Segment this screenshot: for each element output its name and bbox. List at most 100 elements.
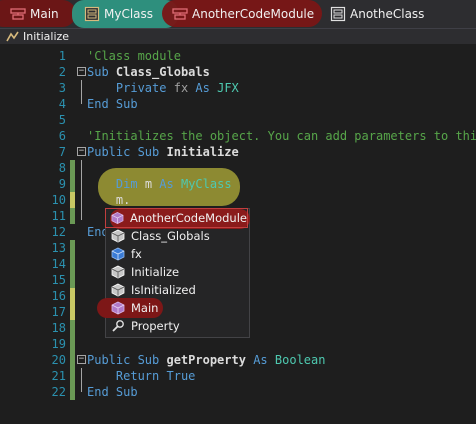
code-line[interactable]: 6 'Initializes the object. You can add p… bbox=[0, 128, 476, 144]
intellisense-item-label: IsInitialized bbox=[131, 283, 196, 297]
change-marker bbox=[70, 272, 75, 288]
change-marker bbox=[70, 288, 75, 304]
line-number: 21 bbox=[51, 369, 66, 383]
line-number: 1 bbox=[58, 49, 66, 63]
line-number: 10 bbox=[51, 193, 66, 207]
code-identifier: fx bbox=[173, 81, 189, 95]
line-number: 14 bbox=[51, 257, 66, 271]
code-line[interactable]: 2 − Sub Class_Globals bbox=[0, 64, 476, 80]
tab-label: MyClass bbox=[104, 7, 154, 21]
class-module-icon bbox=[84, 6, 100, 22]
code-line[interactable]: 10 m. bbox=[0, 192, 476, 208]
intellisense-item-label: Initialize bbox=[131, 265, 180, 279]
code-line[interactable]: 9 Dim m As MyClass bbox=[0, 176, 476, 192]
intellisense-item[interactable]: Class_Globals bbox=[106, 227, 247, 245]
collapse-icon[interactable]: − bbox=[77, 67, 86, 76]
line-number: 4 bbox=[58, 97, 66, 111]
change-marker bbox=[70, 368, 75, 384]
code-line[interactable]: 22 End Sub bbox=[0, 384, 476, 400]
change-marker bbox=[70, 256, 75, 272]
code-keyword: Private bbox=[115, 81, 167, 95]
code-line[interactable]: 1 'Class module bbox=[0, 48, 476, 64]
line-number: 3 bbox=[58, 81, 66, 95]
code-keyword: Sub bbox=[87, 65, 109, 79]
tab-myclass[interactable]: MyClass bbox=[80, 0, 174, 28]
change-marker bbox=[70, 336, 75, 352]
intellisense-item[interactable]: Main bbox=[106, 299, 247, 317]
collapse-icon[interactable]: − bbox=[77, 355, 86, 364]
code-line[interactable]: 8 bbox=[0, 160, 476, 176]
code-identifier: Class_Globals bbox=[115, 65, 210, 79]
method-icon bbox=[111, 265, 125, 279]
module-icon bbox=[172, 8, 188, 20]
line-number: 5 bbox=[58, 113, 66, 127]
line-number: 9 bbox=[58, 177, 66, 191]
intellisense-item[interactable]: AnotherCodeModule bbox=[105, 208, 248, 228]
code-type: Boolean bbox=[274, 353, 326, 367]
code-identifier: getProperty bbox=[166, 353, 246, 367]
tab-anotheclass[interactable]: AnotheClass bbox=[326, 0, 428, 28]
tab-label: AnotheClass bbox=[350, 7, 425, 21]
change-marker bbox=[70, 384, 75, 400]
breadcrumb-label: Initialize bbox=[23, 30, 70, 43]
code-comment: 'Class module bbox=[87, 49, 181, 63]
code-line[interactable]: 5 bbox=[0, 112, 476, 128]
code-type: MyClass bbox=[180, 177, 232, 191]
editor-tab-bar: Main MyClass AnotherCodeModule AnotheCla… bbox=[0, 0, 476, 28]
intellisense-list[interactable]: AnotherCodeModule Class_Globals fx Initi… bbox=[105, 208, 250, 337]
line-number: 20 bbox=[51, 353, 66, 367]
intellisense-item-label: AnotherCodeModule bbox=[129, 211, 247, 225]
change-marker bbox=[70, 176, 75, 192]
class-module-icon bbox=[330, 6, 346, 22]
code-keyword: End Sub bbox=[87, 385, 138, 399]
field-icon bbox=[111, 247, 125, 261]
line-number: 6 bbox=[58, 129, 66, 143]
code-identifier: m bbox=[144, 177, 153, 191]
line-number: 17 bbox=[51, 305, 66, 319]
tab-anothercodemodule[interactable]: AnotherCodeModule bbox=[168, 0, 318, 28]
intellisense-item[interactable]: fx bbox=[106, 245, 247, 263]
line-number: 16 bbox=[51, 289, 66, 303]
line-number: 7 bbox=[58, 145, 66, 159]
line-number: 2 bbox=[58, 65, 66, 79]
collapse-icon[interactable]: − bbox=[77, 147, 86, 156]
intellisense-item[interactable]: Initialize bbox=[106, 263, 247, 281]
code-line[interactable]: 3 Private fx As JFX bbox=[0, 80, 476, 96]
module-icon bbox=[111, 301, 125, 315]
line-number: 18 bbox=[51, 321, 66, 335]
change-marker bbox=[70, 240, 75, 256]
line-number: 13 bbox=[51, 241, 66, 255]
code-text: m. bbox=[115, 193, 131, 207]
intellisense-item-label: Class_Globals bbox=[131, 229, 210, 243]
change-marker bbox=[70, 320, 75, 336]
line-number: 8 bbox=[58, 161, 66, 175]
line-number: 22 bbox=[51, 385, 66, 399]
method-icon bbox=[6, 31, 19, 41]
line-number: 15 bbox=[51, 273, 66, 287]
code-comment: 'Initializes the object. You can add par… bbox=[87, 129, 476, 143]
tab-label: Main bbox=[30, 7, 59, 21]
code-keyword: As bbox=[159, 177, 174, 191]
code-line[interactable]: 7 − Public Sub Initialize bbox=[0, 144, 476, 160]
code-keyword: Dim bbox=[115, 177, 138, 191]
change-marker bbox=[70, 208, 75, 224]
tab-main[interactable]: Main bbox=[6, 0, 63, 28]
code-line[interactable]: 4 End Sub bbox=[0, 96, 476, 112]
code-line[interactable]: 20 − Public Sub getProperty As Boolean bbox=[0, 352, 476, 368]
intellisense-item-label: Main bbox=[131, 301, 159, 315]
intellisense-item-label: fx bbox=[131, 247, 142, 261]
code-type: JFX bbox=[217, 81, 239, 95]
code-line[interactable]: 21 Return True bbox=[0, 368, 476, 384]
method-icon bbox=[111, 229, 125, 243]
code-keyword: Public Sub bbox=[87, 353, 160, 367]
intellisense-item[interactable]: Property bbox=[106, 317, 247, 335]
change-marker bbox=[70, 160, 75, 176]
change-marker bbox=[70, 304, 75, 320]
code-keyword: Return bbox=[115, 369, 160, 383]
intellisense-item[interactable]: IsInitialized bbox=[106, 281, 247, 299]
line-number: 19 bbox=[51, 337, 66, 351]
breadcrumb[interactable]: Initialize bbox=[0, 28, 476, 44]
code-line[interactable]: 19 bbox=[0, 336, 476, 352]
tab-label: AnotherCodeModule bbox=[192, 7, 315, 21]
module-icon bbox=[111, 212, 124, 224]
